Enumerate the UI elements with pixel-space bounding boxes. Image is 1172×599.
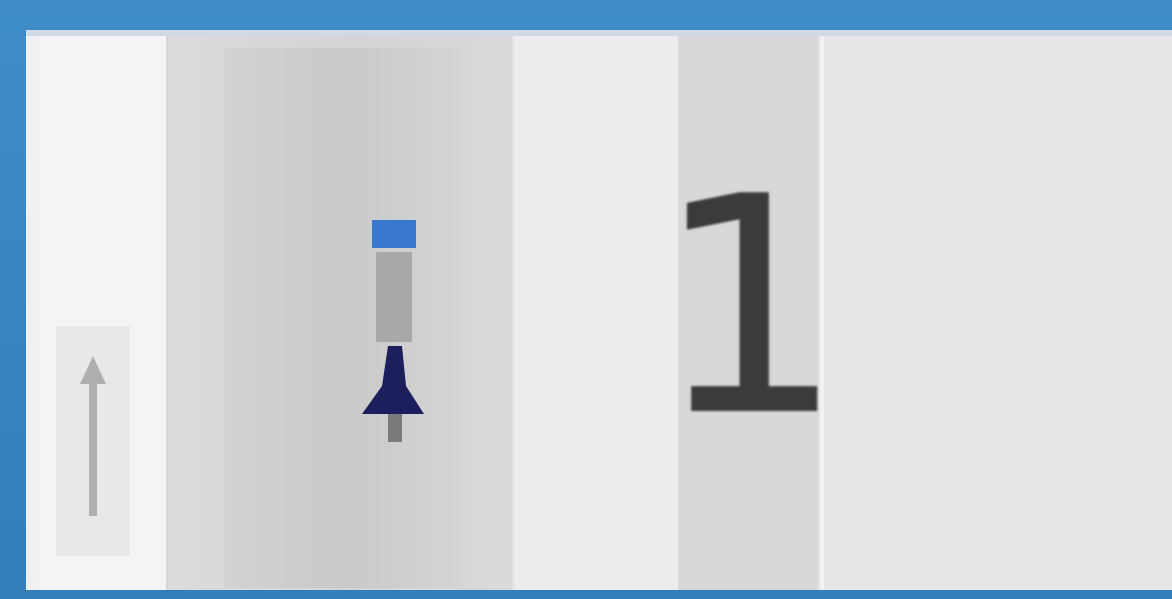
pin-icon[interactable] <box>350 206 440 446</box>
arrow-up-icon <box>80 356 106 516</box>
scroll-strip[interactable] <box>40 36 168 590</box>
table-row <box>26 30 1172 590</box>
pin-cell[interactable] <box>168 36 512 590</box>
cell-value: 1 <box>654 133 845 482</box>
row-gutter <box>26 36 40 590</box>
scroll-handle[interactable] <box>56 326 130 556</box>
window-frame <box>0 0 1172 599</box>
empty-cell <box>820 36 1172 590</box>
